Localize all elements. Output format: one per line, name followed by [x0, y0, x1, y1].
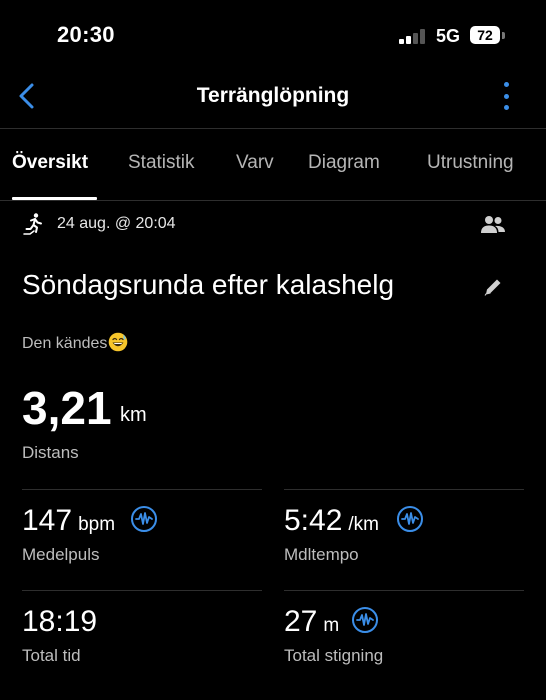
edit-pencil-icon[interactable] [482, 276, 504, 298]
avg-pace-value-row: 5:42 /km [284, 504, 379, 538]
avg-hr-value-row: 147 bpm [22, 504, 115, 538]
avg-pace-unit: /km [348, 514, 379, 535]
distance-unit: km [120, 404, 147, 426]
total-ascent-value-row: 27 m [284, 605, 339, 639]
avg-pace-label: Mdltempo [284, 545, 359, 564]
avg-hr-unit: bpm [78, 514, 116, 535]
battery-nub [502, 32, 505, 39]
total-time-value-row: 18:19 [22, 605, 97, 639]
avg-hr-value: 147 [22, 504, 73, 537]
cellular-signal-icon [399, 28, 427, 44]
total-time-label: Total tid [22, 646, 81, 665]
total-time-value: 18:19 [22, 605, 98, 638]
battery-icon: 72 [470, 26, 500, 44]
distance-label: Distans [22, 443, 79, 462]
total-ascent-label: Total stigning [284, 646, 384, 665]
page-title: Terränglöpning [196, 84, 350, 107]
elevation-graph-icon[interactable] [351, 606, 379, 634]
heart-rate-graph-icon[interactable] [130, 505, 158, 533]
avg-pace-value: 5:42 [284, 504, 343, 537]
sweat-smile-emoji-icon [109, 332, 128, 352]
activity-description-row: Den kändes [22, 332, 128, 353]
pace-graph-icon[interactable] [396, 505, 424, 533]
tab-utrustning[interactable]: Utrustning [427, 152, 514, 174]
battery-level: 72 [477, 27, 493, 43]
activity-date: 24 aug. @ 20:04 [57, 215, 176, 232]
tab-oversikt[interactable]: Översikt [12, 152, 88, 174]
tab-diagram[interactable]: Diagram [308, 152, 380, 174]
tab-statistik[interactable]: Statistik [128, 152, 195, 174]
network-type: 5G [436, 26, 461, 46]
more-options-icon[interactable] [500, 82, 512, 110]
metric-divider [22, 489, 262, 490]
activity-name: Söndagsrunda efter kalashelg [22, 269, 395, 300]
header-divider [0, 128, 546, 129]
trail-running-icon [23, 213, 42, 235]
activity-description: Den kändes [22, 335, 108, 352]
total-ascent-unit: m [323, 615, 340, 636]
avg-hr-label: Medelpuls [22, 545, 100, 564]
tab-varv[interactable]: Varv [236, 152, 274, 174]
people-icon[interactable] [480, 214, 506, 236]
metric-divider [22, 590, 262, 591]
total-ascent-value: 27 [284, 605, 318, 638]
distance-value: 3,21 [22, 382, 112, 434]
tabs-divider [0, 200, 546, 201]
metric-divider [284, 590, 524, 591]
metric-divider [284, 489, 524, 490]
status-time: 20:30 [57, 22, 115, 47]
